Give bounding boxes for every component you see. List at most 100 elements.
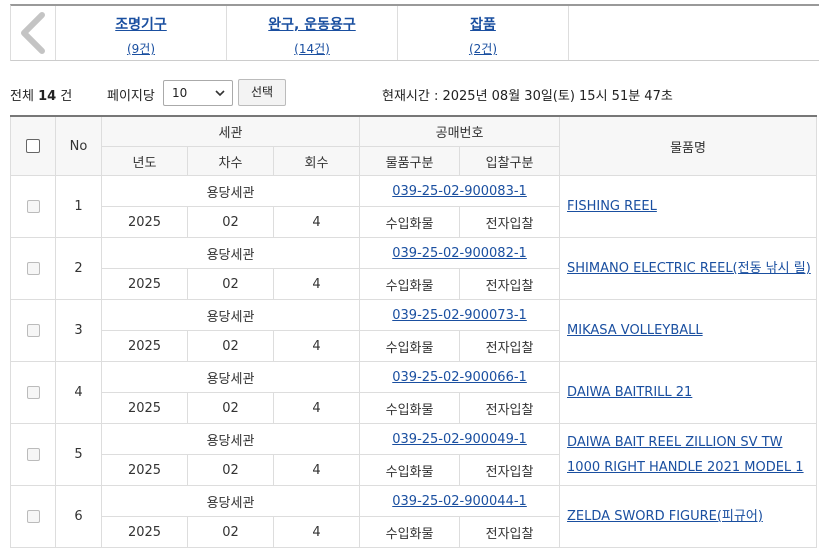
row-customs: 용당세관 [100, 423, 361, 455]
select-all-cell [10, 115, 56, 176]
row-auction-no-cell: 039-25-02-900066-1 [359, 361, 561, 393]
row-customs: 용당세관 [100, 175, 361, 207]
row-item-type: 수입화물 [359, 516, 461, 548]
item-name-link[interactable]: ZELDA SWORD FIGURE(피규어) [567, 509, 763, 524]
category-name[interactable]: 조명기구 [56, 14, 226, 34]
table-row: 2 용당세관 039-25-02-900082-1 SHIMANO ELECTR… [10, 237, 818, 300]
table-row: 3 용당세관 039-25-02-900073-1 MIKASA VOLLEYB… [10, 299, 818, 362]
table-row: 4 용당세관 039-25-02-900066-1 DAIWA BAITRILL… [10, 361, 818, 424]
list-toolbar: 전체 14 건 페이지당 10 선택 현재시간 : 2025년 08월 30일(… [10, 79, 819, 107]
row-item-name-cell: DAIWA BAIT REEL ZILLION SV TW 1000 RIGHT… [559, 423, 818, 486]
row-select-cell [10, 485, 56, 548]
row-select-cell [10, 299, 56, 362]
auction-no-link[interactable]: 039-25-02-900073-1 [392, 308, 527, 323]
header-item-type: 물품구분 [359, 146, 461, 176]
row-round: 02 [187, 268, 274, 300]
row-no: 1 [55, 175, 102, 238]
row-no: 5 [55, 423, 102, 486]
item-name-link[interactable]: DAIWA BAIT REEL ZILLION SV TW 1000 RIGHT… [567, 435, 804, 475]
item-name-link[interactable]: FISHING REEL [567, 199, 657, 214]
prev-category-button[interactable] [11, 6, 56, 60]
row-auction-no-cell: 039-25-02-900082-1 [359, 237, 561, 269]
row-bid-type: 전자입찰 [459, 516, 561, 548]
row-auction-no-cell: 039-25-02-900044-1 [359, 485, 561, 517]
chevron-down-icon [215, 90, 225, 97]
row-checkbox[interactable] [26, 324, 40, 337]
category-item[interactable]: 완구, 운동용구 (14건) [227, 6, 398, 60]
header-no: No [55, 115, 102, 176]
row-auction-no-cell: 039-25-02-900073-1 [359, 299, 561, 331]
row-checkbox[interactable] [26, 386, 40, 399]
row-bid-type: 전자입찰 [459, 206, 561, 238]
table-row: 6 용당세관 039-25-02-900044-1 ZELDA SWORD FI… [10, 485, 818, 548]
total-suffix: 건 [60, 89, 73, 104]
item-name-link[interactable]: MIKASA VOLLEYBALL [567, 323, 703, 338]
row-checkbox[interactable] [26, 200, 40, 213]
auction-no-link[interactable]: 039-25-02-900044-1 [392, 494, 527, 509]
item-name-link[interactable]: DAIWA BAITRILL 21 [567, 385, 692, 400]
row-bid-type: 전자입찰 [459, 330, 561, 362]
row-round: 02 [187, 516, 274, 548]
category-item[interactable]: 잡품 (2건) [398, 6, 569, 60]
row-year: 2025 [101, 454, 188, 486]
auction-no-link[interactable]: 039-25-02-900066-1 [392, 370, 527, 385]
auction-no-link[interactable]: 039-25-02-900083-1 [392, 184, 527, 199]
category-item[interactable]: 조명기구 (9건) [56, 6, 227, 60]
category-count[interactable]: (2건) [398, 40, 568, 57]
per-page-select[interactable]: 10 [163, 80, 233, 106]
row-item-name-cell: MIKASA VOLLEYBALL [559, 299, 818, 362]
row-times: 4 [272, 268, 361, 300]
category-count[interactable]: (14건) [227, 40, 397, 57]
row-year: 2025 [101, 268, 188, 300]
header-year: 년도 [101, 146, 188, 176]
row-bid-type: 전자입찰 [459, 392, 561, 424]
row-select-cell [10, 361, 56, 424]
row-no: 6 [55, 485, 102, 548]
row-times: 4 [272, 454, 361, 486]
select-button[interactable]: 선택 [238, 79, 286, 106]
row-item-name-cell: DAIWA BAITRILL 21 [559, 361, 818, 424]
per-page-label: 페이지당 [107, 89, 155, 104]
category-bar: 조명기구 (9건) 완구, 운동용구 (14건) 잡품 (2건) [10, 4, 819, 61]
row-item-name-cell: SHIMANO ELECTRIC REEL(전동 낚시 릴) [559, 237, 818, 300]
current-time: 현재시간 : 2025년 08월 30일(토) 15시 51분 47초 [382, 89, 673, 104]
category-count[interactable]: (9건) [56, 40, 226, 57]
total-number: 14 [38, 89, 57, 104]
header-bid-type: 입찰구분 [459, 146, 561, 176]
category-name[interactable]: 잡품 [398, 14, 568, 34]
item-name-link[interactable]: SHIMANO ELECTRIC REEL(전동 낚시 릴) [567, 261, 811, 276]
row-customs: 용당세관 [100, 237, 361, 269]
row-no: 4 [55, 361, 102, 424]
row-times: 4 [272, 392, 361, 424]
row-checkbox[interactable] [26, 262, 40, 275]
auction-table: No 세관 공매번호 물품명 년도 차수 회수 물품구분 입찰구분 1 용당세관… [10, 115, 818, 548]
total-count: 전체 14 건 [10, 85, 72, 104]
select-all-checkbox[interactable] [26, 139, 40, 153]
header-item-name: 물품명 [559, 115, 818, 176]
row-year: 2025 [101, 516, 188, 548]
row-select-cell [10, 423, 56, 486]
row-customs: 용당세관 [100, 299, 361, 331]
row-checkbox[interactable] [26, 448, 40, 461]
row-item-type: 수입화물 [359, 330, 461, 362]
row-item-type: 수입화물 [359, 454, 461, 486]
auction-no-link[interactable]: 039-25-02-900049-1 [392, 432, 527, 447]
row-item-name-cell: ZELDA SWORD FIGURE(피규어) [559, 485, 818, 548]
table-row: 5 용당세관 039-25-02-900049-1 DAIWA BAIT REE… [10, 423, 818, 486]
row-bid-type: 전자입찰 [459, 454, 561, 486]
chevron-left-icon [21, 12, 45, 54]
row-times: 4 [272, 516, 361, 548]
row-select-cell [10, 237, 56, 300]
category-name[interactable]: 완구, 운동용구 [227, 14, 397, 34]
header-customs: 세관 [100, 115, 361, 147]
row-customs: 용당세관 [100, 361, 361, 393]
row-times: 4 [272, 206, 361, 238]
row-no: 3 [55, 299, 102, 362]
row-checkbox[interactable] [26, 510, 40, 523]
total-prefix: 전체 [10, 89, 34, 104]
row-item-name-cell: FISHING REEL [559, 175, 818, 238]
row-select-cell [10, 175, 56, 238]
row-round: 02 [187, 330, 274, 362]
auction-no-link[interactable]: 039-25-02-900082-1 [392, 246, 527, 261]
row-round: 02 [187, 206, 274, 238]
